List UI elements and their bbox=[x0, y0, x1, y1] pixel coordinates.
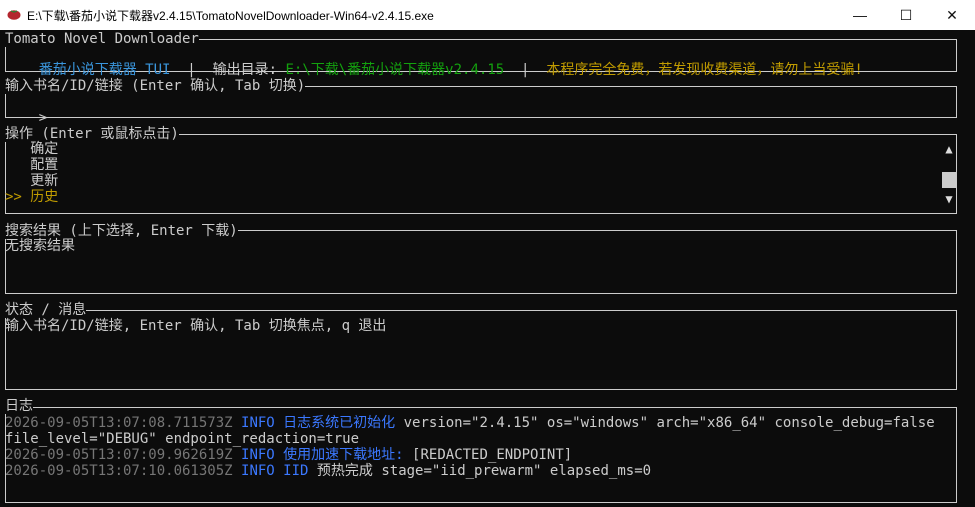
action-label: 历史 bbox=[30, 189, 59, 205]
output-dir-path: E:\下载\番茄小说下载器v2.4.15 bbox=[285, 62, 505, 78]
log-level: INFO bbox=[241, 415, 275, 431]
input-prompt: > bbox=[38, 110, 48, 126]
log-entry-wrap: file_level="DEBUG" endpoint_redaction=tr… bbox=[5, 431, 360, 447]
log-message: 日志系统已初始化 bbox=[283, 415, 396, 431]
action-prefix: >> bbox=[5, 189, 31, 205]
action-label: 配置 bbox=[30, 157, 59, 173]
input-frame-title: 输入书名/ID/链接 (Enter 确认, Tab 切换) bbox=[5, 78, 306, 94]
log-level: INFO bbox=[241, 447, 275, 463]
action-item-confirm[interactable]: 确定 bbox=[5, 141, 58, 157]
header-frame-title: Tomato Novel Downloader bbox=[5, 31, 199, 47]
maximize-button[interactable]: ☐ bbox=[883, 0, 929, 30]
close-button[interactable]: ✕ bbox=[929, 0, 975, 30]
results-frame-title: 搜索结果 (上下选择, Enter 下载) bbox=[5, 223, 238, 239]
app-name: 番茄小说下载器 TUI bbox=[38, 62, 171, 78]
scrollbar-thumb[interactable] bbox=[942, 172, 956, 188]
actions-scrollbar[interactable]: ▲ ▼ bbox=[941, 142, 957, 206]
header-separator: | bbox=[187, 62, 196, 78]
log-entry: 2026-09-05T13:07:10.061305Z INFO IID 预热完… bbox=[5, 463, 651, 479]
log-fields: 预热完成 stage="iid_prewarm" elapsed_ms=0 bbox=[316, 463, 652, 479]
log-entry: 2026-09-05T13:07:09.962619Z INFO 使用加速下载地… bbox=[5, 447, 572, 463]
log-level: INFO bbox=[241, 463, 275, 479]
log-entry: 2026-09-05T13:07:08.711573Z INFO 日志系统已初始… bbox=[5, 415, 935, 431]
status-frame-title: 状态 / 消息 bbox=[5, 302, 87, 318]
output-dir-label: 输出目录: bbox=[212, 62, 278, 78]
action-item-config[interactable]: 配置 bbox=[5, 157, 58, 173]
free-notice: 本程序完全免费，若发现收费渠道，请勿上当受骗! bbox=[546, 62, 863, 78]
scroll-down-arrow-icon[interactable]: ▼ bbox=[941, 192, 957, 206]
minimize-button[interactable]: — bbox=[837, 0, 883, 30]
scroll-up-arrow-icon[interactable]: ▲ bbox=[941, 142, 957, 156]
log-fields: [REDACTED_ENDPOINT] bbox=[412, 447, 573, 463]
log-frame-title: 日志 bbox=[5, 398, 33, 414]
log-timestamp: 2026-09-05T13:07:10.061305Z bbox=[5, 463, 233, 479]
log-message: IID bbox=[283, 463, 309, 479]
log-message: 使用加速下载地址: bbox=[283, 447, 404, 463]
action-prefix bbox=[5, 141, 30, 157]
action-item-update[interactable]: 更新 bbox=[5, 173, 58, 189]
actions-frame-title: 操作 (Enter 或鼠标点击) bbox=[5, 126, 179, 142]
header-separator-2: | bbox=[521, 62, 530, 78]
action-prefix bbox=[5, 173, 30, 189]
log-fields: version="2.4.15" os="windows" arch="x86_… bbox=[403, 415, 935, 431]
action-label: 确定 bbox=[30, 141, 59, 157]
window-scrollbar[interactable] bbox=[958, 30, 975, 507]
window-titlebar[interactable]: E:\下载\番茄小说下载器v2.4.15\TomatoNovelDownload… bbox=[0, 0, 975, 30]
results-empty-text: 无搜索结果 bbox=[5, 238, 75, 254]
status-message: 输入书名/ID/链接, Enter 确认, Tab 切换焦点, q 退出 bbox=[5, 318, 387, 334]
log-timestamp: 2026-09-05T13:07:09.962619Z bbox=[5, 447, 233, 463]
terminal-area[interactable]: Tomato Novel Downloader 番茄小说下载器 TUI | 输出… bbox=[0, 30, 975, 507]
action-prefix bbox=[5, 157, 30, 173]
action-item-history[interactable]: >> 历史 bbox=[5, 189, 58, 205]
results-frame bbox=[5, 230, 957, 294]
action-label: 更新 bbox=[30, 173, 59, 189]
log-timestamp: 2026-09-05T13:07:08.711573Z bbox=[5, 415, 233, 431]
window-title: E:\下载\番茄小说下载器v2.4.15\TomatoNovelDownload… bbox=[27, 9, 434, 23]
actions-frame bbox=[5, 134, 957, 214]
tomato-app-icon bbox=[7, 10, 21, 20]
